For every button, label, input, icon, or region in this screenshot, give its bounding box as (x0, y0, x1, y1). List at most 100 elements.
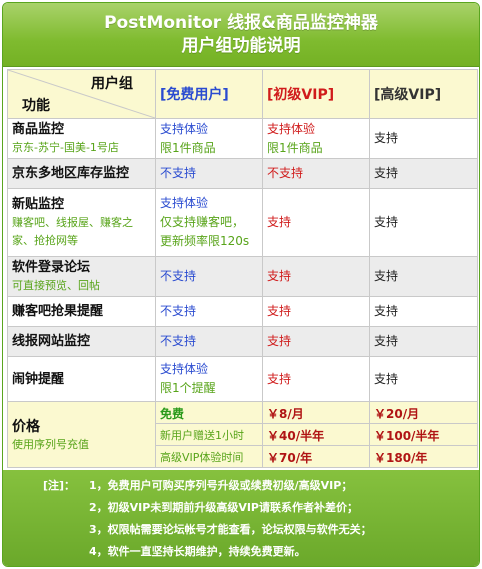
free-cell: 支持体验 限1个提醒 (155, 356, 263, 402)
notes-label: [注]： (43, 479, 76, 492)
junior-month-price: ￥8/月 (267, 407, 304, 421)
table-row: 线报网站监控 不支持 支持 支持 (7, 326, 478, 357)
header-feature-label: 功能 (22, 98, 50, 114)
table-row: 京东多地区库存监控 不支持 不支持 支持 (7, 158, 478, 189)
plan-senior-label: [高级VIP] (374, 87, 442, 103)
senior-month-cell: ￥20/月 (369, 401, 478, 424)
price-label-cell: 价格 使用序列号充值 (7, 401, 156, 468)
table-row: 软件登录论坛 可直接预览、回帖 不支持 支持 支持 (7, 256, 478, 297)
free-detail: 限1件商品 (160, 140, 216, 155)
feature-cell: 赚客吧抢果提醒 (7, 296, 156, 327)
table-header-row: 用户组 功能 [免费用户] [初级VIP] [高级VIP] (7, 69, 478, 119)
senior-cell: 支持 (369, 188, 478, 257)
junior-value: 支持 (267, 334, 292, 348)
table-row: 新贴监控 赚客吧、线报屋、赚客之家、抢抢网等 支持体验 仅支持赚客吧， 更新频率… (7, 188, 478, 257)
senior-value: 支持 (374, 166, 399, 180)
table-row: 闹钟提醒 支持体验 限1个提醒 支持 支持 (7, 356, 478, 402)
plan-free-label: [免费用户] (160, 87, 229, 103)
senior-cell: 支持 (369, 296, 478, 327)
feature-name: 闹钟提醒 (12, 371, 65, 387)
header-corner-cell: 用户组 功能 (7, 69, 156, 119)
senior-value: 支持 (374, 215, 399, 229)
feature-note: 京东-苏宁-国美-1号店 (12, 141, 119, 154)
free-price-cell: 免费 (155, 401, 263, 424)
senior-cell: 支持 (369, 356, 478, 402)
feature-cell: 京东多地区库存监控 (7, 158, 156, 189)
note-text: 1，免费用户可购买序列号升级或续费初级/高级VIP； (89, 479, 353, 492)
gift-text: 新用户赠送1小时 (160, 429, 244, 442)
feature-name: 京东多地区库存监控 (12, 166, 130, 181)
note-item: 4，软件一直坚持长期维护，持续免费更新。 (43, 541, 479, 563)
free-cell: 不支持 (155, 296, 263, 327)
header-plan-senior: [高级VIP] (369, 69, 478, 119)
senior-cell: 支持 (369, 158, 478, 189)
note-text: 4，软件一直坚持长期维护，持续免费更新。 (89, 545, 306, 558)
feature-name: 赚客吧抢果提醒 (12, 304, 104, 319)
trial-text: 高级VIP体验时间 (160, 451, 244, 464)
senior-year-price: ￥180/年 (374, 451, 428, 465)
junior-cell: 支持 (262, 188, 370, 257)
free-detail: 更新频率限120s (160, 234, 250, 248)
free-cell: 不支持 (155, 256, 263, 297)
free-cell: 不支持 (155, 326, 263, 357)
feature-name: 线报网站监控 (12, 334, 91, 349)
header-user-group-label: 用户组 (91, 76, 133, 92)
senior-cell: 支持 (369, 326, 478, 357)
junior-cell: 支持 (262, 296, 370, 327)
free-value: 不支持 (160, 269, 197, 283)
feature-table: 用户组 功能 [免费用户] [初级VIP] [高级VIP] 商品监控 京东-苏宁… (7, 69, 478, 468)
free-detail: 仅支持赚客吧， (160, 215, 245, 229)
table-row: 赚客吧抢果提醒 不支持 支持 支持 (7, 296, 478, 327)
feature-name: 商品监控 (12, 122, 65, 137)
header-plan-free: [免费用户] (155, 69, 263, 119)
junior-half-cell: ￥40/半年 (262, 423, 370, 446)
junior-half-price: ￥40/半年 (267, 429, 325, 443)
senior-cell: 支持 (369, 118, 478, 159)
junior-value: 支持 (267, 304, 292, 318)
junior-cell: 不支持 (262, 158, 370, 189)
notes-panel: [注]： 1，免费用户可购买序列号升级或续费初级/高级VIP； 2，初级VIP未… (3, 470, 479, 566)
note-item: 3，权限帖需要论坛帐号才能查看，论坛权限与软件无关； (43, 519, 479, 541)
senior-value: 支持 (374, 334, 399, 348)
feature-note: 可直接预览、回帖 (12, 279, 100, 292)
junior-detail: 限1件商品 (267, 140, 323, 155)
free-value: 不支持 (160, 334, 197, 348)
junior-value: 不支持 (267, 166, 304, 180)
junior-cell: 支持 (262, 326, 370, 357)
senior-value: 支持 (374, 269, 399, 283)
senior-half-price: ￥100/半年 (374, 429, 440, 443)
feature-cell: 新贴监控 赚客吧、线报屋、赚客之家、抢抢网等 (7, 188, 156, 257)
title-banner: PostMonitor 线报&商品监控神器 用户组功能说明 (3, 3, 479, 67)
junior-cell: 支持 (262, 356, 370, 402)
free-value: 不支持 (160, 166, 197, 180)
feature-cell: 线报网站监控 (7, 326, 156, 357)
junior-value: 支持 (267, 269, 292, 283)
free-value: 支持体验 (160, 362, 209, 376)
note-item: [注]： 1，免费用户可购买序列号升级或续费初级/高级VIP； (43, 475, 479, 497)
free-price: 免费 (160, 407, 185, 421)
page-subtitle: 用户组功能说明 (181, 36, 301, 56)
note-text: 2，初级VIP未到期前升级高级VIP请联系作者补差价； (89, 501, 358, 514)
junior-year-cell: ￥70/年 (262, 445, 370, 468)
junior-month-cell: ￥8/月 (262, 401, 370, 424)
senior-month-price: ￥20/月 (374, 407, 420, 421)
free-value: 不支持 (160, 304, 197, 318)
feature-cell: 软件登录论坛 可直接预览、回帖 (7, 256, 156, 297)
app-title: PostMonitor 线报&商品监控神器 (104, 13, 378, 33)
junior-cell: 支持体验 限1件商品 (262, 118, 370, 159)
free-detail: 限1个提醒 (160, 381, 216, 395)
note-item: 2，初级VIP未到期前升级高级VIP请联系作者补差价； (43, 497, 479, 519)
feature-cell: 闹钟提醒 (7, 356, 156, 402)
free-value: 支持体验 (160, 121, 209, 136)
free-cell: 支持体验 限1件商品 (155, 118, 263, 159)
senior-value: 支持 (374, 371, 399, 386)
senior-value: 支持 (374, 304, 399, 318)
feature-note: 赚客吧、线报屋、赚客之家、抢抢网等 (12, 216, 133, 247)
feature-comparison-card: PostMonitor 线报&商品监控神器 用户组功能说明 用户组 功能 [免费… (2, 2, 480, 567)
feature-name: 新贴监控 (12, 197, 65, 212)
senior-year-cell: ￥180/年 (369, 445, 478, 468)
feature-name: 软件登录论坛 (12, 260, 91, 275)
senior-cell: 支持 (369, 256, 478, 297)
header-plan-junior: [初级VIP] (262, 69, 370, 119)
table-row: 商品监控 京东-苏宁-国美-1号店 支持体验 限1件商品 支持体验 限1件商品 … (7, 118, 478, 159)
